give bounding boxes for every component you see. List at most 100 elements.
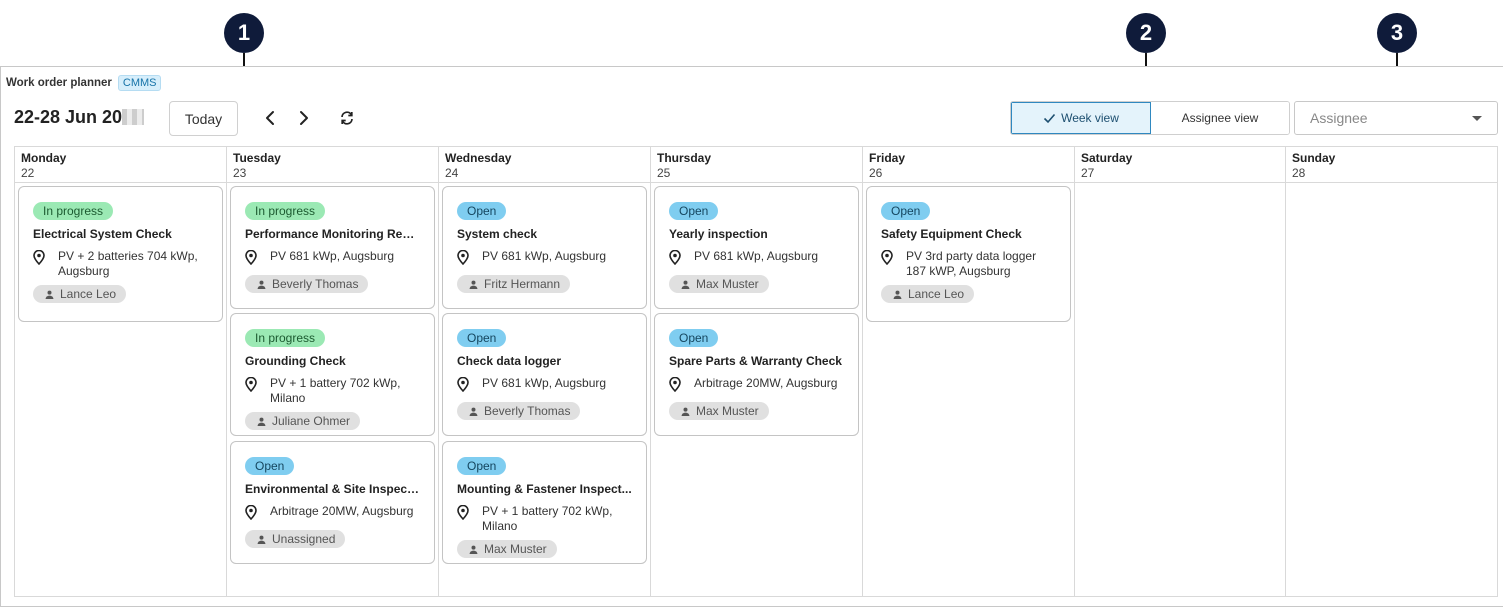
work-order-title: Grounding Check	[245, 354, 346, 368]
status-badge: Open	[669, 202, 719, 220]
status-badge: In progress	[245, 329, 326, 347]
work-order-title: Yearly inspection	[669, 227, 768, 241]
work-order-card[interactable]: In progress Performance Monitoring Revi..…	[230, 186, 435, 309]
location-pin-icon	[245, 376, 263, 406]
callout-marker-2: 2	[1126, 13, 1166, 53]
user-icon	[257, 417, 266, 426]
day-header: Sunday 28	[1286, 147, 1497, 183]
work-order-card[interactable]: In progress Electrical System Check PV + 2…	[18, 186, 223, 322]
assignee-view-button[interactable]: Assignee view	[1151, 102, 1289, 134]
day-date: 23	[233, 166, 247, 180]
assignee-name: Unassigned	[272, 532, 336, 546]
assignee-chip[interactable]: Max Muster	[457, 540, 557, 558]
assignee-chip[interactable]: Max Muster	[669, 402, 769, 420]
day-name: Wednesday	[445, 151, 512, 165]
assignee-chip[interactable]: Lance Leo	[33, 285, 127, 303]
location-pin-icon	[457, 376, 475, 396]
location-text: PV + 2 batteries 704 kWp, Augsburg	[58, 249, 198, 278]
status-badge: Open	[669, 329, 719, 347]
day-date: 26	[869, 166, 883, 180]
day-column-sunday: Sunday 28	[1286, 147, 1497, 596]
work-order-title: Check data logger	[457, 354, 562, 368]
work-order-location: PV 681 kWp, Augsburg	[245, 249, 420, 269]
work-order-card[interactable]: Open Check data logger PV 681 kWp, Augsbur…	[442, 313, 647, 436]
day-header: Monday 22	[15, 147, 226, 183]
assignee-name: Beverly Thomas	[272, 277, 359, 291]
chevron-left-icon[interactable]	[258, 106, 282, 130]
user-icon	[681, 407, 690, 416]
work-order-card[interactable]: Open Yearly inspection PV 681 kWp, Augsbur…	[654, 186, 859, 309]
status-badge: In progress	[245, 202, 326, 220]
date-range-text: 22-28 Jun 20	[14, 107, 123, 127]
assignee-name: Lance Leo	[60, 287, 117, 301]
status-badge: Open	[245, 457, 295, 475]
work-order-title: Safety Equipment Check	[881, 227, 1022, 241]
location-text: PV 681 kWp, Augsburg	[482, 376, 607, 390]
assignee-chip[interactable]: Beverly Thomas	[457, 402, 581, 420]
day-column-saturday: Saturday 27	[1075, 147, 1286, 596]
assignee-name: Max Muster	[696, 404, 759, 418]
chevron-right-icon[interactable]	[292, 106, 316, 130]
assignee-chip[interactable]: Lance Leo	[881, 285, 975, 303]
work-order-location: Arbitrage 20MW, Augsburg	[245, 504, 420, 524]
date-range: 22-28 Jun 20	[14, 107, 145, 128]
location-text: PV + 1 battery 702 kWp, Milano	[270, 376, 401, 405]
work-order-card[interactable]: Open System check PV 681 kWp, Augsburg Frit…	[442, 186, 647, 309]
work-order-location: PV 681 kWp, Augsburg	[457, 376, 632, 396]
day-column-wednesday: Wednesday 24 Open System check PV 681 kWp, A…	[439, 147, 651, 596]
day-column-thursday: Thursday 25 Open Yearly inspection PV 681 kW…	[651, 147, 863, 596]
assignee-chip[interactable]: Fritz Hermann	[457, 275, 571, 293]
user-icon	[257, 535, 266, 544]
work-order-title: Electrical System Check	[33, 227, 172, 241]
day-name: Tuesday	[233, 151, 281, 165]
day-header: Thursday 25	[651, 147, 862, 183]
assignee-chip[interactable]: Max Muster	[669, 275, 769, 293]
view-toggle: Week view Assignee view	[1010, 101, 1290, 135]
user-icon	[45, 290, 54, 299]
assignee-name: Lance Leo	[908, 287, 965, 301]
assignee-chip[interactable]: Beverly Thomas	[245, 275, 369, 293]
day-header: Tuesday 23	[227, 147, 438, 183]
work-order-title: Spare Parts & Warranty Check	[669, 354, 842, 368]
location-pin-icon	[245, 504, 263, 524]
assignee-select[interactable]: Assignee	[1294, 101, 1498, 135]
work-order-card[interactable]: Open Safety Equipment Check PV 3rd party d…	[866, 186, 1071, 322]
day-name: Thursday	[657, 151, 712, 165]
location-text: PV + 1 battery 702 kWp, Milano	[482, 504, 613, 533]
day-date: 24	[445, 166, 459, 180]
day-header: Saturday 27	[1075, 147, 1285, 183]
status-badge: Open	[881, 202, 931, 220]
location-pin-icon	[457, 249, 475, 269]
work-order-card[interactable]: In progress Grounding Check PV + 1 battery…	[230, 313, 435, 436]
work-order-location: PV + 2 batteries 704 kWp, Augsburg	[33, 249, 208, 279]
day-column-monday: Monday 22 In progress Electrical System Che…	[15, 147, 227, 596]
refresh-icon[interactable]	[335, 106, 359, 130]
status-badge: Open	[457, 202, 507, 220]
work-order-location: PV 681 kWp, Augsburg	[457, 249, 632, 269]
week-calendar: Monday 22 In progress Electrical System Che…	[14, 146, 1498, 597]
work-order-title: Environmental & Site Inspecti...	[245, 482, 420, 496]
assignee-name: Beverly Thomas	[484, 404, 571, 418]
assignee-chip[interactable]: Juliane Ohmer	[245, 412, 361, 430]
status-badge: Open	[457, 457, 507, 475]
user-icon	[257, 280, 266, 289]
work-order-card[interactable]: Open Mounting & Fastener Inspect... PV + 1…	[442, 441, 647, 564]
user-icon	[469, 280, 478, 289]
callout-marker-3: 3	[1377, 13, 1417, 53]
week-view-button[interactable]: Week view	[1011, 102, 1151, 134]
location-text: PV 681 kWp, Augsburg	[270, 249, 395, 263]
location-text: PV 681 kWp, Augsburg	[694, 249, 819, 263]
location-text: Arbitrage 20MW, Augsburg	[270, 504, 414, 518]
assignee-chip[interactable]: Unassigned	[245, 530, 346, 548]
work-order-title: System check	[457, 227, 538, 241]
location-pin-icon	[457, 504, 475, 534]
day-date: 28	[1292, 166, 1306, 180]
assignee-placeholder: Assignee	[1310, 110, 1368, 126]
assignee-name: Max Muster	[484, 542, 547, 556]
app-title: Work order planner	[6, 77, 112, 89]
status-badge: In progress	[33, 202, 114, 220]
today-button[interactable]: Today	[169, 101, 238, 136]
work-order-card[interactable]: Open Environmental & Site Inspecti... Arbi…	[230, 441, 435, 564]
status-badge: Open	[457, 329, 507, 347]
work-order-card[interactable]: Open Spare Parts & Warranty Check Arbitrag…	[654, 313, 859, 436]
